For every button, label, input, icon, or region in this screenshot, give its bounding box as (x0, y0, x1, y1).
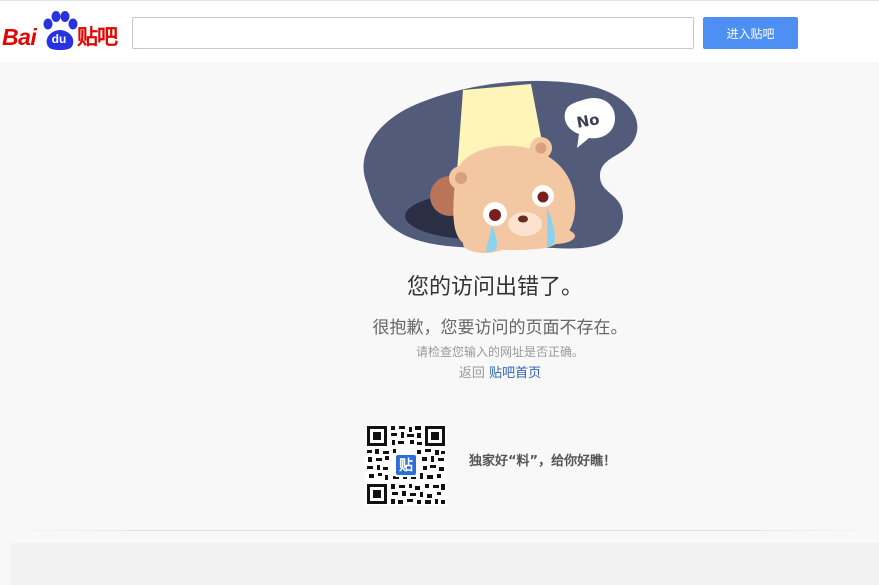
qr-badge-text: 贴 (399, 457, 413, 474)
error-subtitle: 很抱歉，您要访问的页面不存在。 (372, 318, 628, 338)
crying-bear-illustration: No (363, 80, 638, 253)
divider (10, 530, 879, 531)
return-prefix: 返回 (458, 366, 485, 381)
qr-code: 贴 (365, 424, 447, 506)
tieba-home-link[interactable]: 贴吧首页 (489, 366, 541, 381)
header: Bai du 贴吧 进入贴吧 (0, 0, 879, 62)
return-line: 返回 贴吧首页 (0, 364, 879, 384)
page: Bai du 贴吧 进入贴吧 No 您的访问出错了。 很抱歉，您要访问的页面不存… (0, 0, 879, 585)
baidu-tieba-logo[interactable]: Bai du 贴吧 (2, 11, 122, 53)
search-input[interactable] (132, 17, 694, 49)
logo-du-text: du (51, 32, 67, 46)
qr-promo-text: 独家好“料”，给你好瞧！ (469, 454, 617, 469)
logo-tieba-text: 贴吧 (77, 25, 118, 49)
error-hint: 请检查您输入的网址是否正确。 (415, 345, 584, 359)
footer-band (10, 543, 879, 585)
error-title: 您的访问出错了。 (406, 275, 583, 300)
logo-bai-text: Bai (2, 24, 37, 50)
enter-tieba-button[interactable]: 进入贴吧 (703, 17, 798, 49)
